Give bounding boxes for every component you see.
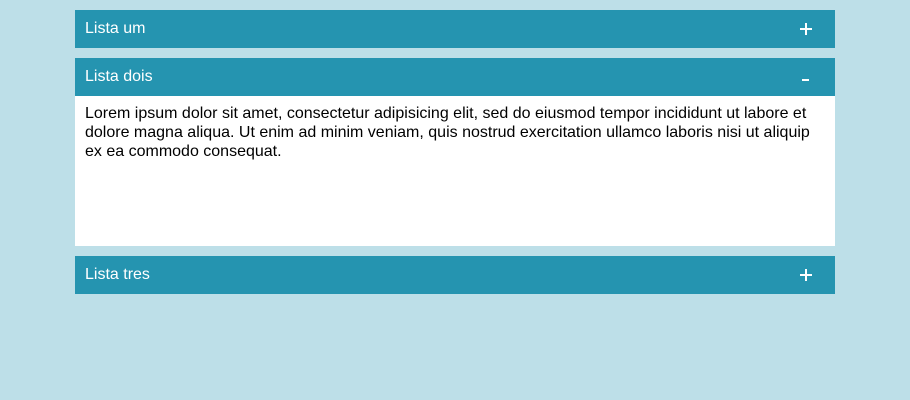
plus-icon[interactable] <box>798 21 814 37</box>
panel-header-lista-dois[interactable]: Lista dois <box>75 58 835 96</box>
accordion-panel-lista-tres: Lista tres <box>75 256 835 294</box>
minus-icon[interactable] <box>798 69 814 85</box>
panel-title: Lista um <box>85 20 146 37</box>
panel-title: Lista dois <box>85 68 153 85</box>
panel-title: Lista tres <box>85 266 150 283</box>
accordion-panel-lista-um: Lista um <box>75 10 835 48</box>
plus-icon[interactable] <box>798 267 814 283</box>
panel-content: Lorem ipsum dolor sit amet, consectetur … <box>75 96 835 246</box>
accordion: Lista um Lista dois Lorem ipsum dolor si… <box>75 10 835 304</box>
panel-header-lista-um[interactable]: Lista um <box>75 10 835 48</box>
accordion-panel-lista-dois: Lista dois Lorem ipsum dolor sit amet, c… <box>75 58 835 246</box>
panel-header-lista-tres[interactable]: Lista tres <box>75 256 835 294</box>
